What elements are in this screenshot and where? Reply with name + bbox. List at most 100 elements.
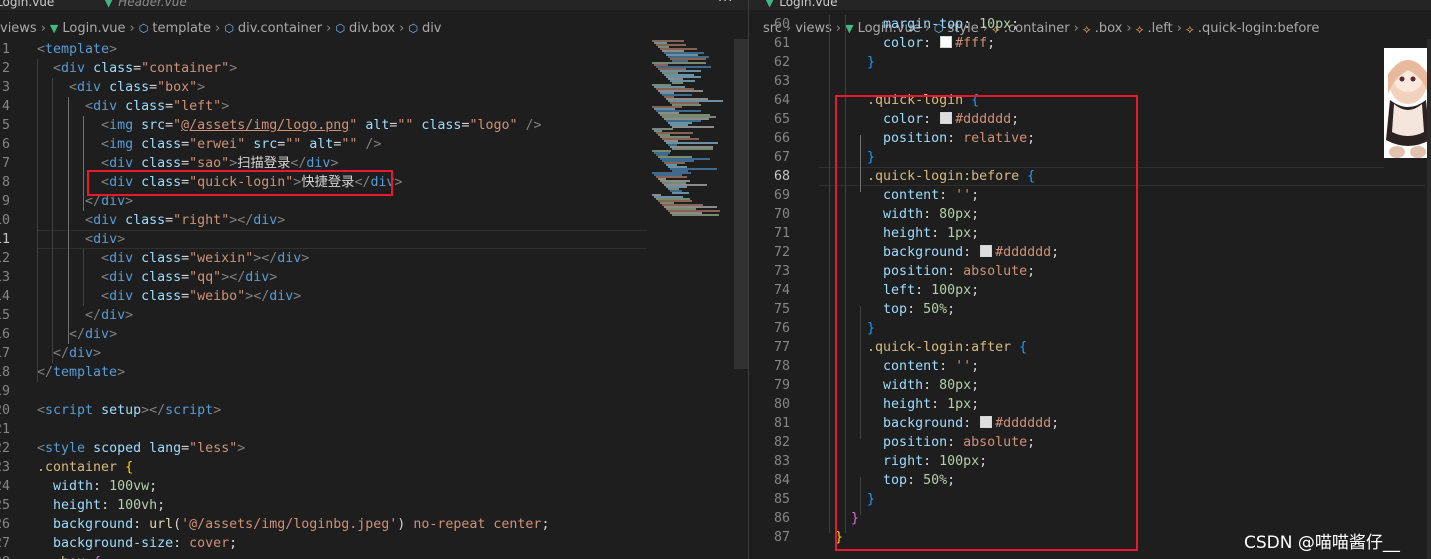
code-token: { <box>93 555 101 559</box>
code-line[interactable]: 22 <style scoped lang="less"> <box>0 439 748 458</box>
line-number: 80 <box>773 397 790 412</box>
code-line[interactable]: 63 <box>749 72 1431 91</box>
code-line[interactable]: 20<script setup></script> <box>0 401 748 420</box>
code-token: "less" <box>189 441 238 456</box>
code-text: <div class="weibo"></div> <box>37 287 301 306</box>
code-text: <div class="qq"></div> <box>37 268 277 287</box>
code-editor[interactable]: 1 <template> 2 <div class="container"> 3 <d… <box>0 39 748 559</box>
vertical-scrollbar[interactable] <box>734 39 748 369</box>
code-line[interactable]: 60 margin-top: 10px; <box>749 15 1431 34</box>
code-line[interactable]: 26 background: url('@/assets/img/loginbg… <box>0 515 748 534</box>
code-token: > <box>125 194 134 209</box>
code-line[interactable]: 16 </div> <box>0 325 748 344</box>
line-number: 11 <box>0 232 10 247</box>
code-token: div <box>85 327 110 342</box>
breadcrumb-label: div <box>421 21 442 36</box>
tab-login-vue[interactable]: Login.vue <box>0 0 54 10</box>
code-line[interactable]: 10 <div class="right"></div> <box>0 211 748 230</box>
color-swatch[interactable] <box>940 36 953 48</box>
code-text: .box { <box>37 553 101 559</box>
breadcrumb-item[interactable]: ⬡ div.container <box>224 19 322 39</box>
line-number: 7 <box>1 156 10 171</box>
code-line[interactable]: 4 <div class="left"> <box>0 97 748 116</box>
code-line[interactable]: 11 <div> <box>0 230 748 249</box>
breadcrumb-item[interactable]: ⬡ div.box <box>335 19 395 39</box>
vertical-scrollbar[interactable] <box>1427 39 1431 559</box>
tab-header-vue[interactable]: ▼ Header.vue <box>104 0 187 10</box>
code-token: </ <box>85 194 102 209</box>
indent-guide <box>52 78 54 363</box>
code-token: = <box>181 289 190 304</box>
code-line[interactable]: 25 height: 100vh; <box>0 496 748 515</box>
code-line[interactable]: 28 .box { <box>0 553 748 559</box>
code-token: scoped <box>93 441 142 456</box>
code-line[interactable]: 3 <div class="box"> <box>0 78 748 97</box>
line-number: 9 <box>1 194 10 209</box>
code-line[interactable]: 61 color: #fff; <box>749 34 1431 53</box>
right-editor-pane: ▼ Login.vue src › views › ▼ Login.vue › ⬡ style › ⟡… <box>749 0 1431 559</box>
code-line[interactable]: 13 <div class="qq"></div> <box>0 268 748 287</box>
highlight-box-quick-login-styles <box>835 95 1138 551</box>
code-token: ) <box>397 517 414 532</box>
vue-file-icon: ▼ <box>104 0 114 9</box>
code-line[interactable]: 19 <box>0 382 748 401</box>
right-tab-bar: ▼ Login.vue <box>749 0 1431 10</box>
code-token: no-repeat <box>413 517 486 532</box>
code-line[interactable]: 1 <template> <box>0 40 748 59</box>
code-line[interactable]: 2 <div class="container"> <box>0 59 748 78</box>
chevron-right-icon: › <box>399 21 405 36</box>
line-number: 3 <box>1 80 10 95</box>
tab-login-vue[interactable]: ▼ Login.vue <box>765 0 838 10</box>
code-token: "weibo" <box>189 289 246 304</box>
code-token: height <box>53 498 102 513</box>
code-line[interactable]: 23 .container { <box>0 458 748 477</box>
code-line[interactable]: 6 <img class="erwei" src="" alt="" /> <box>0 135 748 154</box>
code-token: div <box>101 308 126 323</box>
code-line[interactable]: 24 width: 100vw; <box>0 477 748 496</box>
code-line[interactable]: 17 </div> <box>0 344 748 363</box>
breadcrumb-label: views <box>0 21 37 36</box>
code-text: .container { <box>37 458 133 477</box>
breadcrumb-label: div.box <box>348 21 396 36</box>
line-number: 65 <box>773 112 790 127</box>
code-line[interactable]: 12 <div class="weixin"></div> <box>0 249 748 268</box>
code-token: < <box>101 137 110 152</box>
code-token: img <box>109 118 134 133</box>
more-actions-icon[interactable]: ··· <box>718 0 733 9</box>
code-token: : <box>963 17 980 32</box>
line-number: 71 <box>773 226 790 241</box>
code-line[interactable]: 14 <div class="weibo"></div> <box>0 287 748 306</box>
breadcrumb-item[interactable]: views <box>0 19 37 39</box>
line-number: 28 <box>0 553 10 559</box>
breadcrumb-item[interactable]: ▼ Login.vue <box>50 19 126 39</box>
code-line[interactable]: 27 background-size: cover; <box>0 534 748 553</box>
breadcrumb-item[interactable]: ⬡ div <box>408 19 441 39</box>
code-token: ></ <box>245 289 270 304</box>
code-token: "container" <box>141 61 230 76</box>
code-line[interactable]: 5 <img src="@/assets/img/logo.png" alt="… <box>0 116 748 135</box>
code-token: script <box>165 403 214 418</box>
code-token: div <box>93 213 118 228</box>
code-token: div <box>109 289 134 304</box>
code-token: div <box>109 156 134 171</box>
code-token: div <box>101 194 126 209</box>
code-line[interactable]: 18 </template> <box>0 363 748 382</box>
indent-guide <box>67 97 69 344</box>
code-text: </template> <box>37 363 125 382</box>
code-token: "qq" <box>189 270 222 285</box>
code-token: /> <box>365 137 382 152</box>
code-token: "" <box>285 137 302 152</box>
code-line[interactable]: 62 } <box>749 53 1431 72</box>
code-token: = <box>181 441 190 456</box>
code-line[interactable]: 15 </div> <box>0 306 748 325</box>
breadcrumb-item[interactable]: ⬡ template <box>139 19 211 39</box>
code-line[interactable]: 21 <box>0 420 748 439</box>
code-token: < <box>69 80 78 95</box>
minimap[interactable] <box>652 40 734 220</box>
code-token: class <box>141 270 182 285</box>
